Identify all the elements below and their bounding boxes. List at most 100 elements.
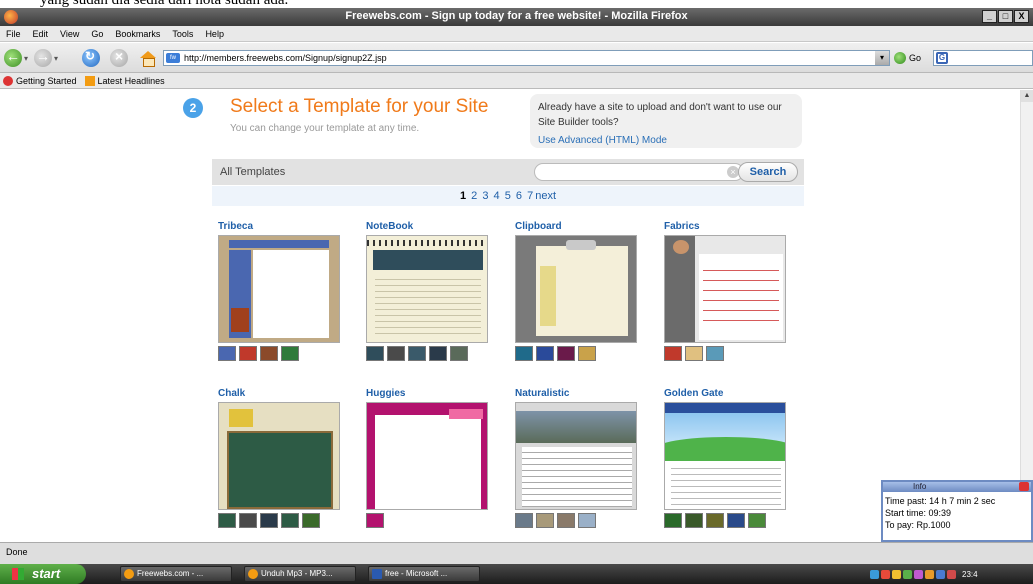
color-swatch[interactable] bbox=[727, 513, 745, 528]
maximize-button[interactable]: □ bbox=[998, 10, 1013, 23]
template-thumbnail[interactable] bbox=[664, 402, 786, 510]
template-thumbnail[interactable] bbox=[366, 402, 488, 510]
template-card[interactable]: Huggies bbox=[366, 388, 488, 528]
color-swatch[interactable] bbox=[260, 346, 278, 361]
menu-tools[interactable]: Tools bbox=[172, 29, 193, 39]
tray-security-icon[interactable] bbox=[947, 569, 956, 579]
menu-edit[interactable]: Edit bbox=[33, 29, 49, 39]
tray-antivirus-icon[interactable] bbox=[881, 569, 890, 579]
color-swatch[interactable] bbox=[578, 346, 596, 361]
color-swatch[interactable] bbox=[515, 346, 533, 361]
page-link-1[interactable]: 1 bbox=[460, 190, 466, 202]
color-swatch[interactable] bbox=[557, 513, 575, 528]
clock[interactable]: 23:4 bbox=[962, 570, 978, 579]
page-link-4[interactable]: 4 bbox=[494, 190, 500, 202]
template-name[interactable]: NoteBook bbox=[366, 221, 488, 232]
close-button[interactable]: X bbox=[1014, 10, 1029, 23]
template-thumbnail[interactable] bbox=[218, 402, 340, 510]
template-name[interactable]: Golden Gate bbox=[664, 388, 786, 399]
template-card[interactable]: Clipboard bbox=[515, 221, 637, 361]
tray-update-icon[interactable] bbox=[903, 569, 912, 579]
stop-icon[interactable] bbox=[110, 48, 128, 67]
url-bar[interactable]: fw http://members.freewebs.com/Signup/si… bbox=[163, 50, 890, 66]
taskbar-item[interactable]: Freewebs.com - ... bbox=[120, 566, 232, 582]
template-search-button[interactable]: Search bbox=[738, 162, 798, 182]
vertical-scrollbar[interactable]: ▲ bbox=[1020, 90, 1033, 542]
page-link-3[interactable]: 3 bbox=[482, 190, 488, 202]
url-dropdown-icon[interactable]: ▾ bbox=[875, 51, 889, 65]
template-card[interactable]: NoteBook bbox=[366, 221, 488, 361]
menu-help[interactable]: Help bbox=[205, 29, 224, 39]
color-swatch[interactable] bbox=[664, 513, 682, 528]
back-dropdown-icon[interactable]: ▾ bbox=[24, 54, 28, 63]
scroll-up-icon[interactable]: ▲ bbox=[1021, 90, 1033, 102]
template-card[interactable]: Golden Gate bbox=[664, 388, 786, 528]
template-thumbnail[interactable] bbox=[664, 235, 786, 343]
page-link-6[interactable]: 6 bbox=[516, 190, 522, 202]
menu-go[interactable]: Go bbox=[91, 29, 103, 39]
menu-file[interactable]: File bbox=[6, 29, 21, 39]
menu-view[interactable]: View bbox=[60, 29, 79, 39]
template-card[interactable]: Chalk bbox=[218, 388, 340, 528]
color-swatch[interactable] bbox=[515, 513, 533, 528]
color-swatch[interactable] bbox=[239, 346, 257, 361]
tray-media-icon[interactable] bbox=[914, 569, 923, 579]
page-link-7[interactable]: 7 bbox=[527, 190, 533, 202]
go-button[interactable]: Go bbox=[894, 50, 924, 66]
color-swatch[interactable] bbox=[429, 346, 447, 361]
color-swatch[interactable] bbox=[218, 513, 236, 528]
filter-label[interactable]: All Templates bbox=[220, 166, 285, 178]
color-swatch[interactable] bbox=[664, 346, 682, 361]
start-button[interactable]: start bbox=[0, 564, 86, 584]
color-swatch[interactable] bbox=[302, 513, 320, 528]
browser-search-box[interactable]: G bbox=[933, 50, 1033, 66]
tray-bluetooth-icon[interactable] bbox=[936, 569, 945, 579]
color-swatch[interactable] bbox=[706, 346, 724, 361]
template-thumbnail[interactable] bbox=[515, 235, 637, 343]
color-swatch[interactable] bbox=[536, 346, 554, 361]
url-text[interactable]: http://members.freewebs.com/Signup/signu… bbox=[184, 53, 387, 63]
reload-icon[interactable] bbox=[82, 49, 100, 67]
template-thumbnail[interactable] bbox=[218, 235, 340, 343]
color-swatch[interactable] bbox=[366, 513, 384, 528]
color-swatch[interactable] bbox=[557, 346, 575, 361]
color-swatch[interactable] bbox=[450, 346, 468, 361]
bookmark-latest-headlines[interactable]: Latest Headlines bbox=[98, 76, 165, 86]
next-page-link[interactable]: next bbox=[535, 190, 556, 202]
template-thumbnail[interactable] bbox=[515, 402, 637, 510]
color-swatch[interactable] bbox=[218, 346, 236, 361]
forward-dropdown-icon[interactable]: ▾ bbox=[54, 54, 58, 63]
template-name[interactable]: Huggies bbox=[366, 388, 488, 399]
color-swatch[interactable] bbox=[685, 346, 703, 361]
template-name[interactable]: Clipboard bbox=[515, 221, 637, 232]
color-swatch[interactable] bbox=[366, 346, 384, 361]
color-swatch[interactable] bbox=[706, 513, 724, 528]
color-swatch[interactable] bbox=[408, 346, 426, 361]
color-swatch[interactable] bbox=[281, 346, 299, 361]
minimize-button[interactable]: _ bbox=[982, 10, 997, 23]
color-swatch[interactable] bbox=[387, 346, 405, 361]
color-swatch[interactable] bbox=[239, 513, 257, 528]
forward-arrow-icon[interactable] bbox=[34, 48, 52, 67]
tray-network-icon[interactable] bbox=[870, 569, 879, 579]
color-swatch[interactable] bbox=[281, 513, 299, 528]
advanced-mode-link[interactable]: Use Advanced (HTML) Mode bbox=[538, 135, 667, 146]
template-card[interactable]: Fabrics bbox=[664, 221, 786, 361]
template-card[interactable]: Tribeca bbox=[218, 221, 340, 361]
back-arrow-icon[interactable] bbox=[4, 48, 22, 67]
color-swatch[interactable] bbox=[578, 513, 596, 528]
menu-bookmarks[interactable]: Bookmarks bbox=[115, 29, 160, 39]
tray-messenger-icon[interactable] bbox=[892, 569, 901, 579]
template-name[interactable]: Tribeca bbox=[218, 221, 340, 232]
template-card[interactable]: Naturalistic bbox=[515, 388, 637, 528]
color-swatch[interactable] bbox=[748, 513, 766, 528]
home-icon[interactable] bbox=[138, 49, 156, 67]
template-name[interactable]: Naturalistic bbox=[515, 388, 637, 399]
template-thumbnail[interactable] bbox=[366, 235, 488, 343]
color-swatch[interactable] bbox=[260, 513, 278, 528]
template-name[interactable]: Fabrics bbox=[664, 221, 786, 232]
template-search-input[interactable]: × bbox=[534, 163, 744, 181]
tray-volume-icon[interactable] bbox=[925, 569, 934, 579]
taskbar-item[interactable]: Unduh Mp3 - MP3... bbox=[244, 566, 356, 582]
page-link-2[interactable]: 2 bbox=[471, 190, 477, 202]
